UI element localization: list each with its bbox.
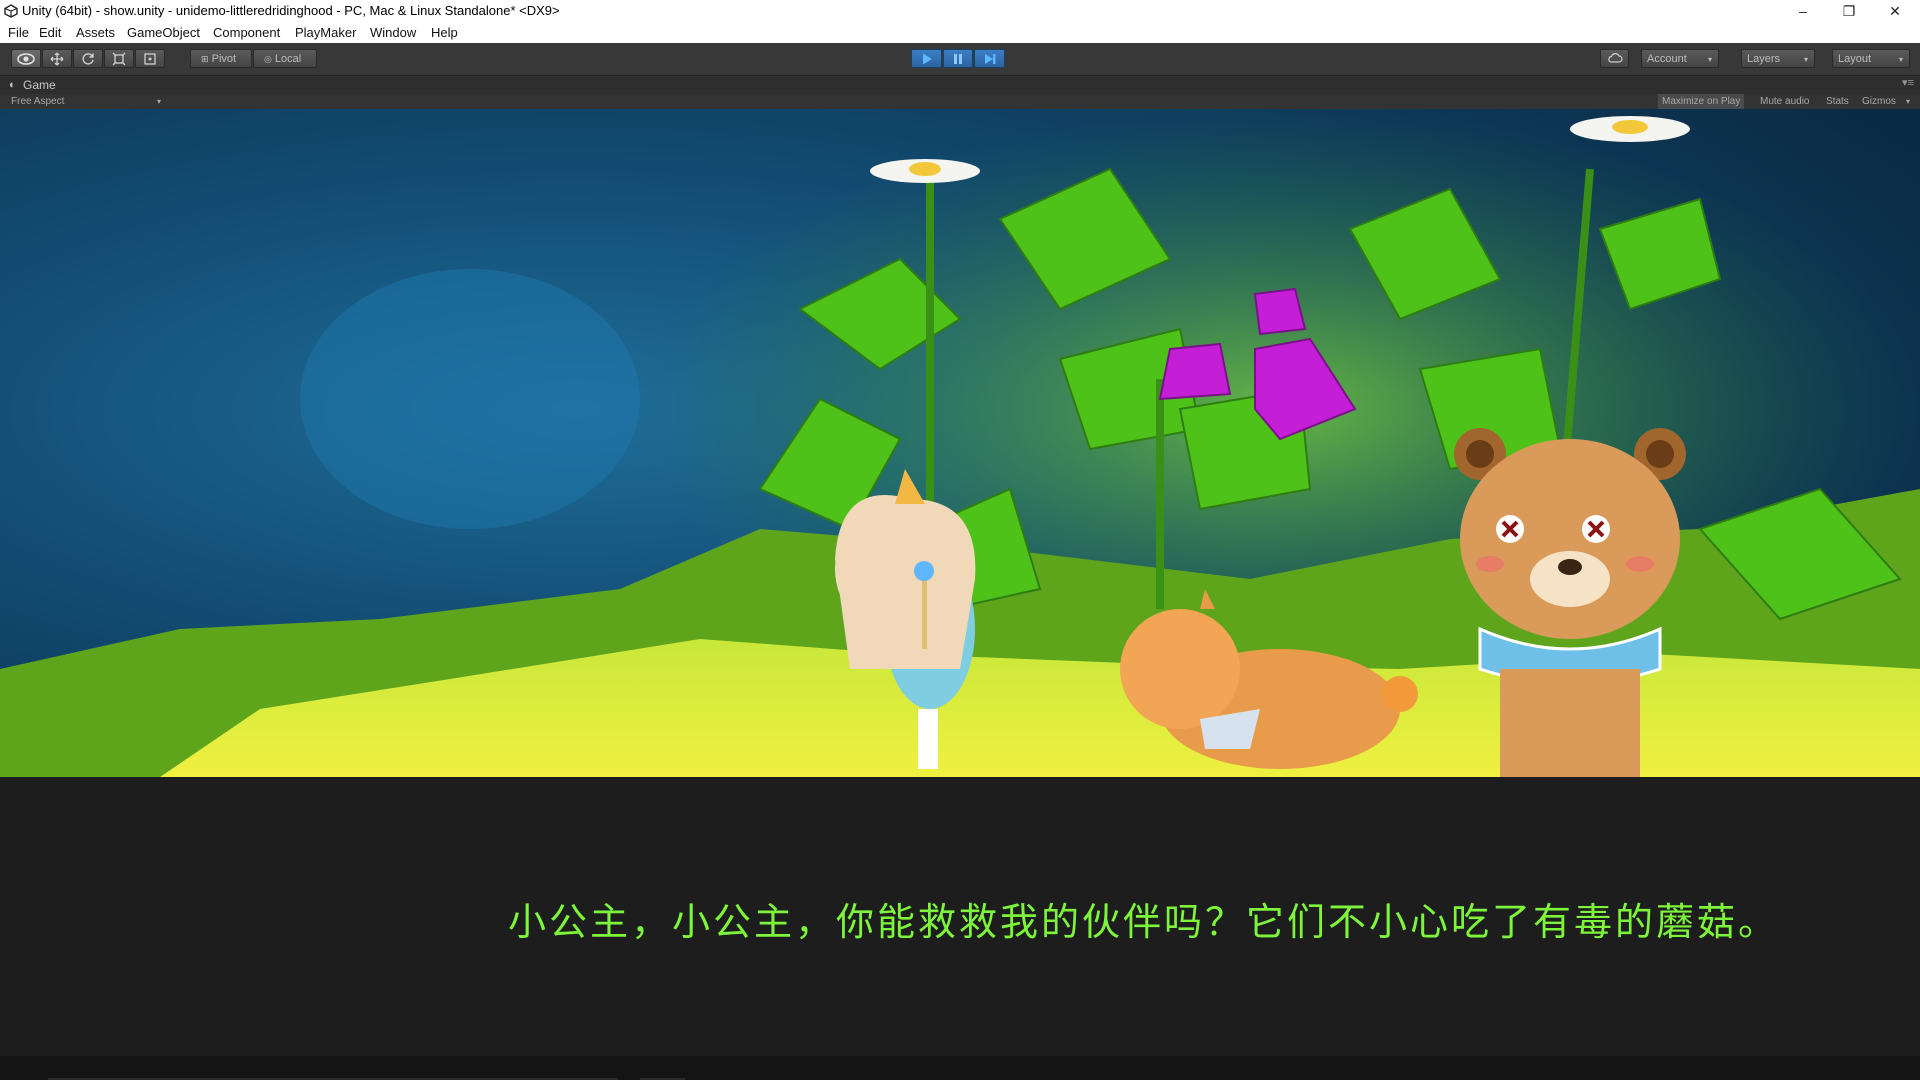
game-tab-bar: ◐ Game ▾≡ bbox=[0, 76, 1920, 94]
menu-gameobject[interactable]: GameObject bbox=[125, 22, 202, 43]
caret-down-icon: ▾ bbox=[157, 97, 162, 106]
pivot-icon: ⊞ bbox=[201, 54, 209, 64]
menu-bar: File Edit Assets GameObject Component Pl… bbox=[0, 22, 1920, 44]
minimize-button[interactable]: – bbox=[1780, 0, 1826, 22]
caret-down-icon: ▾ bbox=[1803, 55, 1808, 64]
tab-game[interactable]: Game bbox=[23, 76, 56, 94]
caret-down-icon: ▾ bbox=[1898, 55, 1903, 64]
bottom-strip bbox=[0, 1056, 1920, 1080]
rect-tool-button[interactable] bbox=[135, 49, 165, 68]
layers-dropdown[interactable]: Layers ▾ bbox=[1741, 49, 1815, 68]
menu-playmaker[interactable]: PlayMaker bbox=[293, 22, 358, 43]
gizmos-dropdown[interactable]: Gizmos bbox=[1862, 94, 1896, 109]
local-toggle[interactable]: ◎ Local bbox=[253, 49, 317, 68]
collab-cloud-button[interactable] bbox=[1600, 49, 1629, 68]
step-button[interactable] bbox=[974, 49, 1005, 68]
scale-icon bbox=[112, 52, 126, 66]
game-view-controls: Free Aspect ▾ Maximize on Play Mute audi… bbox=[0, 94, 1920, 109]
aspect-dropdown[interactable]: Free Aspect bbox=[11, 94, 64, 109]
play-icon bbox=[922, 53, 932, 65]
maximize-on-play-toggle[interactable]: Maximize on Play bbox=[1658, 94, 1745, 109]
view-tool-button[interactable] bbox=[11, 49, 41, 68]
window-title: Unity (64bit) - show.unity - unidemo-lit… bbox=[22, 3, 560, 18]
move-arrows-icon bbox=[50, 52, 64, 66]
panel-menu-icon[interactable]: ▾≡ bbox=[1902, 74, 1914, 92]
menu-edit[interactable]: Edit bbox=[37, 22, 63, 43]
restore-button[interactable]: ❐ bbox=[1826, 0, 1872, 22]
menu-file[interactable]: File bbox=[6, 22, 31, 43]
cloud-icon bbox=[1607, 53, 1623, 63]
menu-help[interactable]: Help bbox=[429, 22, 460, 43]
main-toolbar: ⊞ Pivot ◎ Local Account ▾ Layers ▾ Layou… bbox=[0, 43, 1920, 76]
rotate-tool-button[interactable] bbox=[73, 49, 103, 68]
pacman-game-icon: ◐ bbox=[9, 79, 16, 91]
game-scene-render bbox=[0, 109, 1920, 777]
mute-audio-toggle[interactable]: Mute audio bbox=[1760, 94, 1809, 109]
stats-toggle[interactable]: Stats bbox=[1826, 94, 1849, 109]
caret-down-icon: ▾ bbox=[1707, 55, 1712, 64]
game-view[interactable] bbox=[0, 109, 1920, 777]
account-label: Account bbox=[1647, 53, 1687, 65]
caret-down-icon: ▾ bbox=[1906, 97, 1911, 106]
layout-dropdown[interactable]: Layout ▾ bbox=[1832, 49, 1910, 68]
scale-tool-button[interactable] bbox=[104, 49, 134, 68]
pivot-toggle[interactable]: ⊞ Pivot bbox=[190, 49, 252, 68]
eye-icon bbox=[17, 53, 35, 65]
layers-label: Layers bbox=[1747, 53, 1781, 65]
window-title-bar: Unity (64bit) - show.unity - unidemo-lit… bbox=[0, 0, 1920, 22]
close-button[interactable]: ✕ bbox=[1872, 0, 1918, 22]
dialogue-text: 小公主，小公主，你能救救我的伙伴吗？它们不小心吃了有毒的蘑菇。 bbox=[508, 900, 1780, 944]
menu-assets[interactable]: Assets bbox=[74, 22, 117, 43]
local-label: Local bbox=[274, 53, 302, 65]
rotate-icon bbox=[82, 53, 94, 65]
move-tool-button[interactable] bbox=[42, 49, 72, 68]
local-icon: ◎ bbox=[264, 54, 272, 64]
pivot-label: Pivot bbox=[211, 53, 237, 65]
rect-transform-icon bbox=[144, 53, 156, 65]
account-dropdown[interactable]: Account ▾ bbox=[1641, 49, 1719, 68]
unity-logo-icon bbox=[4, 4, 18, 18]
pause-icon bbox=[954, 54, 962, 64]
menu-window[interactable]: Window bbox=[368, 22, 418, 43]
layout-label: Layout bbox=[1838, 53, 1872, 65]
pause-button[interactable] bbox=[943, 49, 973, 68]
play-button[interactable] bbox=[911, 49, 942, 68]
dialogue-panel: 小公主，小公主，你能救救我的伙伴吗？它们不小心吃了有毒的蘑菇。 bbox=[0, 777, 1920, 1080]
step-icon bbox=[984, 54, 995, 64]
menu-component[interactable]: Component bbox=[211, 22, 282, 43]
